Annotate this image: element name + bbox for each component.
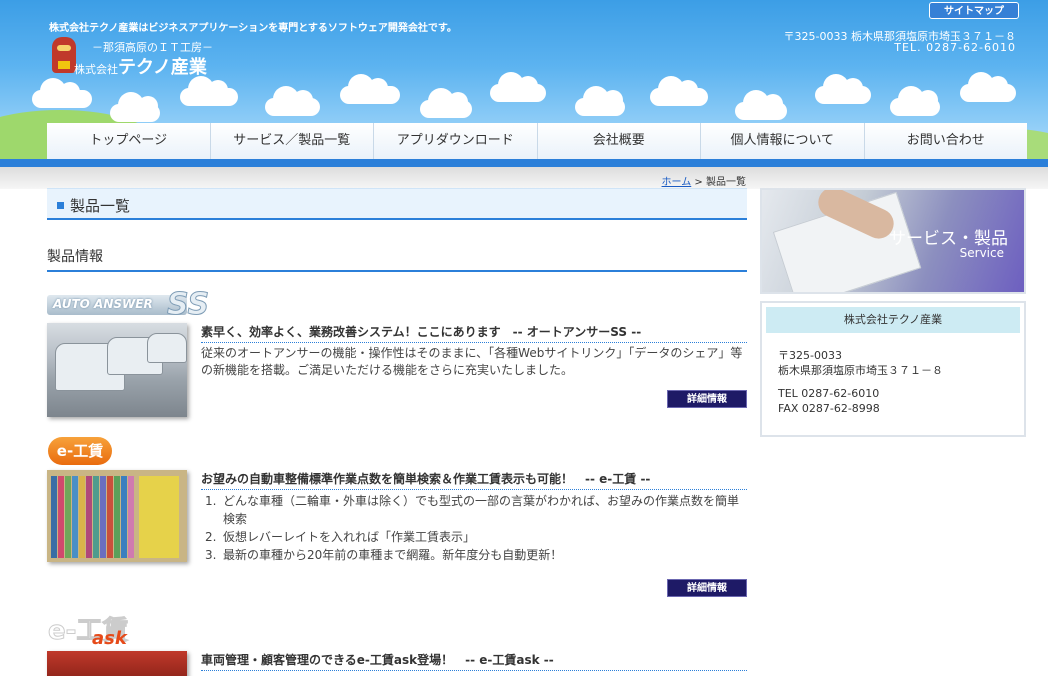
cloud-decoration: [265, 86, 320, 116]
cloud-decoration: [490, 72, 546, 102]
cloud-decoration: [650, 76, 708, 106]
product-title-auto-answer[interactable]: 素早く、効率よく、業務改善システム！ここにあります -- オートアンサーSS -…: [201, 323, 747, 343]
company-postal: 〒325-0033: [778, 349, 842, 362]
nav-item-download[interactable]: アプリダウンロード: [374, 123, 538, 159]
book-spine: [114, 476, 120, 558]
book-spine: [86, 476, 92, 558]
product-title-e-kouchin-ask[interactable]: 車両管理・顧客管理のできるe-工賃ask登場！ -- e-工賃ask --: [201, 651, 747, 671]
book-spine: [72, 476, 78, 558]
header-phone: TEL. 0287-62-6010: [894, 41, 1016, 54]
nav-item-company[interactable]: 会社概要: [537, 123, 701, 159]
cloud-decoration: [180, 76, 238, 106]
cloud-decoration: [890, 86, 940, 116]
e-kouchin-ask-logo: e-工賃 ask: [47, 610, 148, 650]
product-thumbnail-redcar[interactable]: [47, 651, 187, 676]
car-shape: [147, 333, 187, 363]
list-number: 1.: [205, 494, 217, 508]
logo-text: AUTO ANSWER: [53, 297, 153, 311]
cloud-decoration: [575, 86, 625, 116]
product-feature-list: 1. どんな車種（二輪車・外車は除く）でも型式の一部の言葉がわかれば、お望みの作業…: [205, 492, 745, 564]
book-spine: [79, 476, 85, 558]
cloud-decoration: [340, 74, 400, 104]
list-text: 仮想レバーレイトを入れれば「作業工賃表示」: [223, 530, 476, 544]
company-address: 栃木県那須塩原市埼玉３７１－８: [778, 364, 943, 377]
product-title-e-kouchin[interactable]: お望みの自動車整備標準作業点数を簡単検索＆作業工賃表示も可能！ -- e-工賃 …: [201, 470, 747, 490]
product-thumbnail-cars[interactable]: [47, 323, 187, 417]
book-cover: [139, 476, 179, 558]
company-tel: TEL 0287-62-6010: [778, 387, 880, 400]
page-title-box: 製品一覧: [47, 188, 747, 220]
list-item: 3. 最新の車種から20年前の車種まで網羅。新年度分も自動更新！: [205, 546, 745, 564]
site-logo[interactable]: －那須高原のＩＴ工房－ 株式会社テクノ産業: [50, 37, 250, 79]
book-spine: [121, 476, 127, 558]
logo-name: 株式会社テクノ産業: [74, 53, 207, 79]
list-text: 最新の車種から20年前の車種まで網羅。新年度分も自動更新！: [223, 548, 563, 562]
mascot-icon: [52, 37, 76, 73]
list-number: 2.: [205, 530, 217, 544]
breadcrumb-bar: [0, 167, 1048, 189]
list-number: 3.: [205, 548, 217, 562]
book-spine: [100, 476, 106, 558]
company-name: 株式会社テクノ産業: [766, 307, 1020, 333]
company-info-box: 株式会社テクノ産業 〒325-0033 栃木県那須塩原市埼玉３７１－８ TEL …: [760, 301, 1026, 437]
cloud-decoration: [815, 74, 871, 104]
nav-underline: [0, 159, 1048, 167]
nav-item-top[interactable]: トップページ: [47, 123, 211, 159]
cloud-decoration: [110, 92, 160, 122]
nav-item-services[interactable]: サービス／製品一覧: [210, 123, 374, 159]
book-spine: [107, 476, 113, 558]
cloud-decoration: [420, 88, 472, 118]
breadcrumb-current: 製品一覧: [706, 177, 746, 188]
main-nav: トップページ サービス／製品一覧 アプリダウンロード 会社概要 個人情報について…: [47, 123, 1027, 159]
logo-company: テクノ産業: [118, 57, 207, 78]
list-text: どんな車種（二輪車・外車は除く）でも型式の一部の言葉がわかれば、お望みの作業点数…: [223, 494, 740, 526]
logo-prefix: 株式会社: [74, 63, 118, 76]
product-desc-auto-answer: 従来のオートアンサーの機能・操作性はそのままに、「各種Webサイトリンク」「デー…: [201, 346, 743, 377]
section-heading: 製品情報: [47, 246, 747, 272]
book-spine: [58, 476, 64, 558]
book-spine: [51, 476, 57, 558]
cloud-decoration: [735, 90, 787, 120]
book-spine: [93, 476, 99, 558]
company-fax: FAX 0287-62-8998: [778, 402, 880, 415]
page-title: 製品一覧: [70, 197, 131, 215]
list-item: 1. どんな車種（二輪車・外車は除く）でも型式の一部の言葉がわかれば、お望みの作業…: [205, 492, 745, 528]
site-tagline: 株式会社テクノ産業はビジネスアプリケーションを専門とするソフトウェア開発会社です…: [49, 23, 457, 34]
breadcrumb-home-link[interactable]: ホーム: [662, 177, 692, 188]
nav-item-contact[interactable]: お問い合わせ: [864, 123, 1027, 159]
product-thumbnail-books[interactable]: [47, 470, 187, 562]
list-item: 2. 仮想レバーレイトを入れれば「作業工賃表示」: [205, 528, 745, 546]
e-kouchin-logo: e-工賃: [48, 437, 112, 465]
book-spine: [65, 476, 71, 558]
logo-suffix: ask: [92, 628, 127, 649]
detail-button-e-kouchin[interactable]: 詳細情報: [667, 579, 747, 597]
auto-answer-logo: AUTO ANSWER SS: [47, 287, 210, 323]
banner-subtitle: Service: [959, 246, 1004, 260]
title-square-icon: [57, 202, 64, 209]
cloud-decoration: [32, 78, 92, 108]
sitemap-button[interactable]: サイトマップ: [929, 2, 1019, 19]
logo-suffix: SS: [166, 287, 210, 323]
service-banner[interactable]: サービス・製品 Service: [760, 188, 1026, 294]
breadcrumb: ホーム > 製品一覧: [662, 173, 746, 188]
detail-button-auto-answer[interactable]: 詳細情報: [667, 390, 747, 408]
nav-item-privacy[interactable]: 個人情報について: [701, 123, 865, 159]
cloud-decoration: [960, 72, 1016, 102]
book-spine: [128, 476, 134, 558]
breadcrumb-separator: >: [691, 177, 706, 188]
